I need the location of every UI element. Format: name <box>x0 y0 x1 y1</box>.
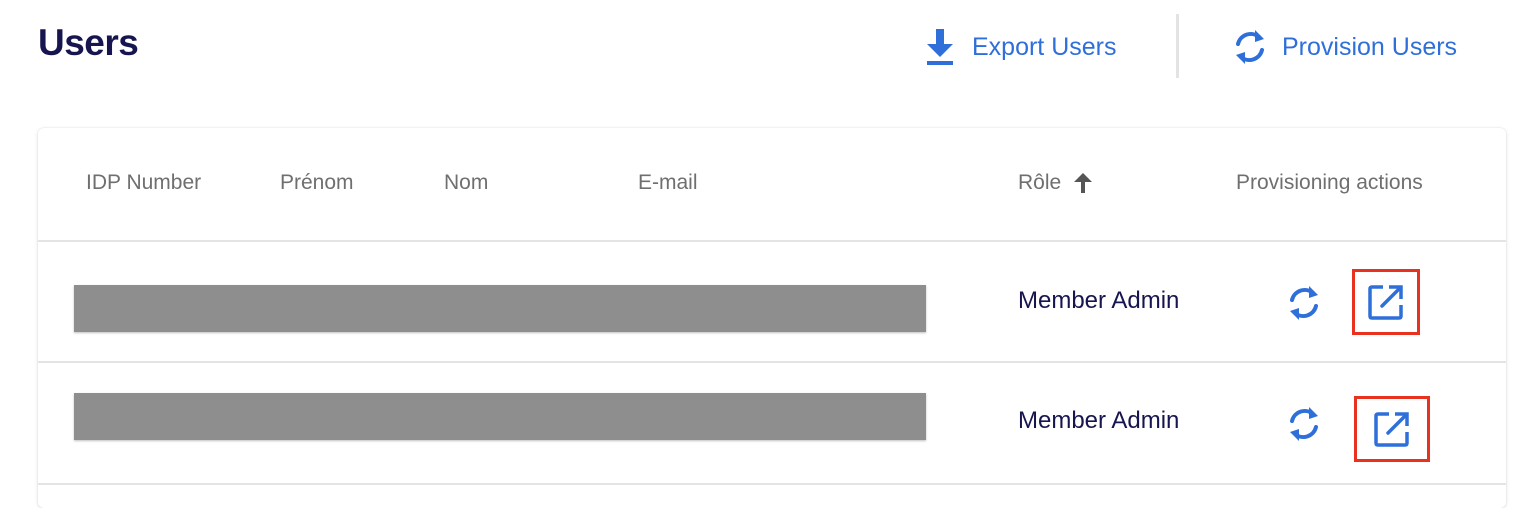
sync-icon <box>1290 407 1318 441</box>
page-title: Users <box>38 22 139 63</box>
redacted-user-details <box>74 285 926 332</box>
open-user-button[interactable] <box>1352 269 1420 335</box>
sync-icon <box>1290 286 1318 320</box>
sync-user-button[interactable] <box>1282 402 1326 446</box>
role-cell: Member Admin <box>1018 287 1180 314</box>
sync-user-button[interactable] <box>1282 281 1326 325</box>
redacted-user-details <box>74 393 926 440</box>
column-header-role[interactable]: Rôle <box>1018 171 1093 195</box>
column-header-email[interactable]: E-mail <box>638 171 698 195</box>
export-users-button[interactable]: Export Users <box>920 20 1116 74</box>
export-users-label: Export Users <box>972 32 1117 61</box>
provision-users-button[interactable]: Provision Users <box>1230 20 1457 74</box>
header-divider <box>1176 14 1179 78</box>
role-cell: Member Admin <box>1018 407 1180 434</box>
arrow-up-icon[interactable] <box>1073 172 1093 194</box>
column-header-role-label: Rôle <box>1018 171 1062 194</box>
table-row: Member Admin <box>38 363 1506 485</box>
open-in-new-icon <box>1374 412 1409 447</box>
table-row: Member Admin <box>38 241 1506 363</box>
column-header-provisioning-actions: Provisioning actions <box>1236 171 1423 194</box>
open-user-button[interactable] <box>1354 396 1430 462</box>
sync-icon <box>1230 27 1270 67</box>
column-header-prenom[interactable]: Prénom <box>280 171 354 195</box>
download-icon <box>920 27 960 67</box>
column-header-nom[interactable]: Nom <box>444 171 488 195</box>
column-header-idp-number[interactable]: IDP Number <box>86 171 201 195</box>
open-in-new-icon <box>1368 285 1403 320</box>
table-header: IDP Number Prénom Nom E-mail Rôle Provis… <box>38 128 1506 242</box>
provision-users-label: Provision Users <box>1282 32 1458 61</box>
users-table: IDP Number Prénom Nom E-mail Rôle Provis… <box>38 128 1506 508</box>
